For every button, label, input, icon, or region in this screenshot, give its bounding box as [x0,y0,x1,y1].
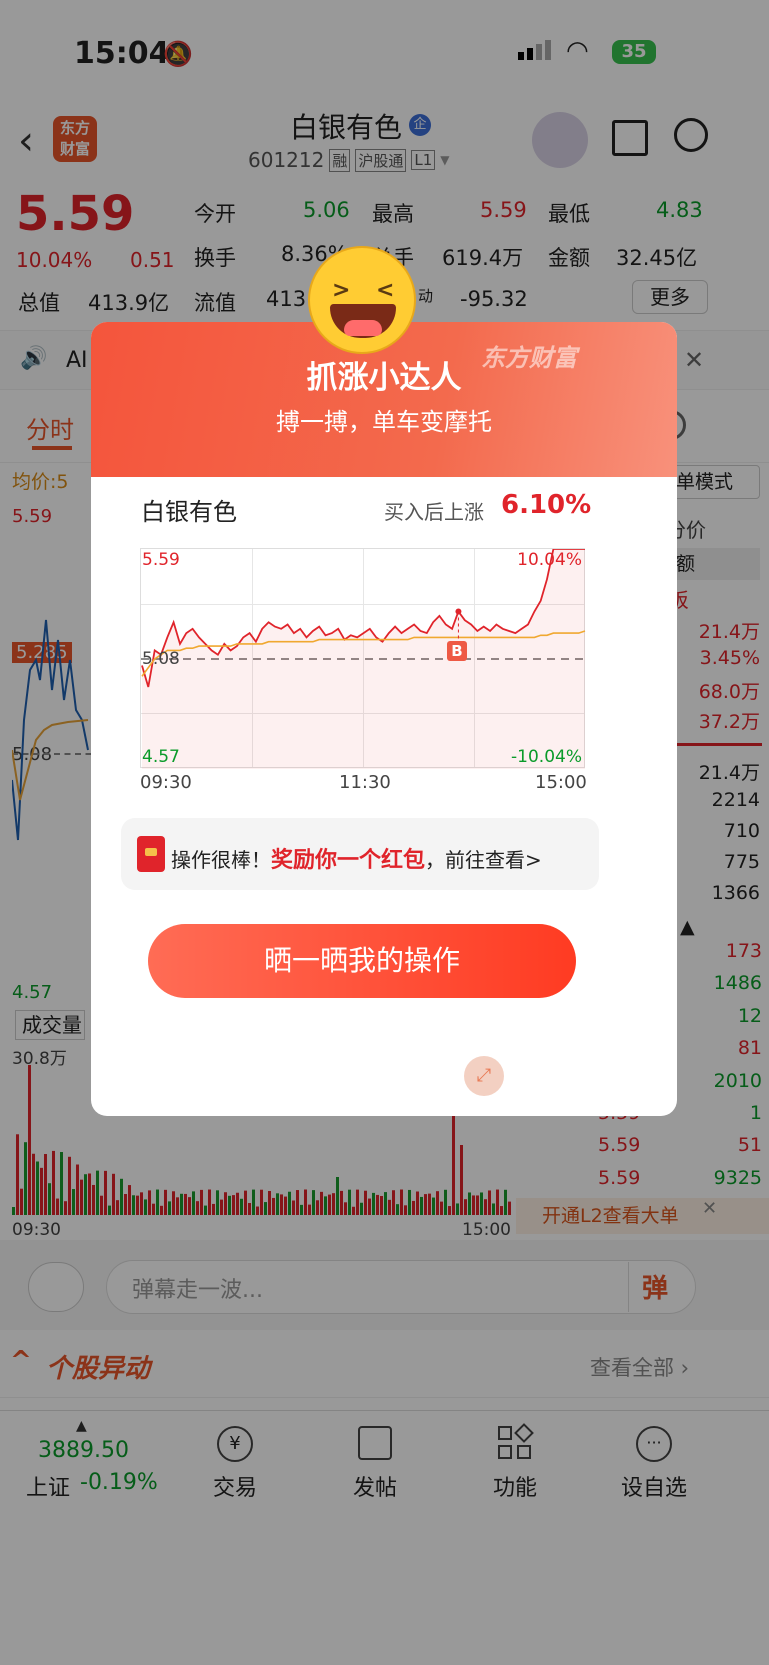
modal-subtitle: 搏一搏，单车变摩托 [276,408,492,436]
chart-top-price: 5.59 [142,550,180,570]
modal-price-chart [141,549,586,769]
chart-bottom-price: 4.57 [142,747,180,767]
laughing-emoji-icon: > < [308,246,416,354]
chart-base-price: 5.08 [142,649,180,669]
price-area [142,549,585,769]
dismiss-link[interactable]: 下次再说 [0,1066,769,1101]
time-tick: 11:30 [339,772,391,793]
app-screen: 15:04 🔕 ◠ 35 ‹ 东方 财富 白银有色 企 601212 融 沪股通 … [0,0,769,1665]
modal-chart: 5.59 10.04% 5.08 4.57 -10.04% B [140,548,586,769]
reward-text: 操作很棒！ 奖励你一个红包 ，前往查看> [171,842,542,874]
chart-bottom-pct: -10.04% [511,747,582,767]
red-packet-icon [137,836,165,872]
modal-title: 抓涨小达人 [306,360,462,396]
time-tick: 15:00 [535,772,587,793]
gain-value: 6.10% [501,490,592,520]
expand-icon[interactable]: ⤢ [464,1056,504,1096]
time-tick: 09:30 [140,772,192,793]
reward-highlight: 奖励你一个红包 [271,848,426,873]
modal-stock-name: 白银有色 [141,498,237,526]
reward-prefix: 操作很棒！ [171,847,271,872]
gain-label: 买入后上涨 [384,500,484,524]
reward-suffix: ，前往查看> [425,847,542,872]
buy-point [455,608,462,615]
buy-marker: B [447,641,467,661]
chart-top-pct: 10.04% [517,550,582,570]
reward-modal: 东方财富 抓涨小达人 搏一搏，单车变摩托 白银有色 买入后上涨 6.10% 5.… [91,322,677,1116]
share-operation-button[interactable]: 晒一晒我的操作 [148,924,576,998]
